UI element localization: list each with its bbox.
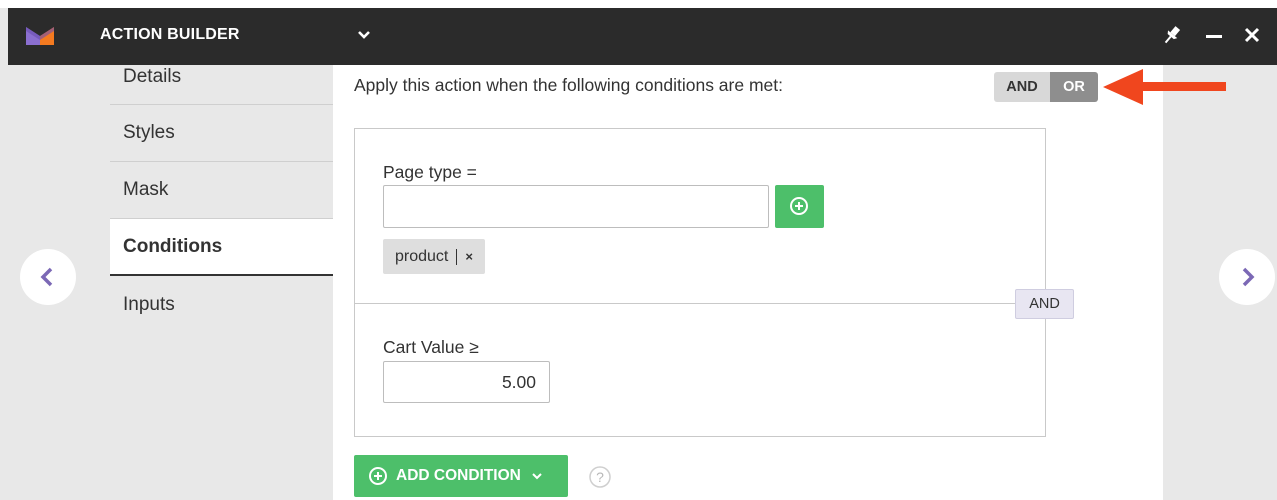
add-condition-label: ADD CONDITION — [396, 467, 521, 484]
sidebar-item-details[interactable]: Details — [110, 49, 333, 105]
close-icon[interactable] — [1240, 23, 1264, 47]
sidebar-item-mask[interactable]: Mask — [110, 162, 333, 219]
page-type-input[interactable] — [383, 185, 769, 228]
sidebar-item-label: Inputs — [123, 293, 175, 315]
chevron-down-icon[interactable] — [353, 24, 375, 46]
conditions-panel: Apply this action when the following con… — [333, 65, 1163, 500]
help-icon[interactable]: ? — [589, 466, 611, 488]
sidebar-item-label: Mask — [123, 179, 169, 200]
page-type-label: Page type = — [383, 162, 477, 182]
tag-remove-button[interactable]: × — [465, 249, 473, 264]
toggle-or-button[interactable]: OR — [1050, 72, 1098, 102]
brand-logo — [26, 27, 54, 45]
add-page-type-button[interactable] — [775, 185, 824, 228]
toggle-and-button[interactable]: AND — [994, 72, 1050, 102]
condition-divider — [355, 303, 1045, 304]
sidebar-item-label: Styles — [123, 122, 175, 143]
minimize-icon[interactable] — [1202, 25, 1226, 49]
sidebar-item-conditions[interactable]: Conditions — [110, 219, 333, 276]
svg-text:?: ? — [596, 469, 604, 485]
page-type-tag: product × — [383, 239, 485, 274]
chevron-down-icon — [532, 473, 542, 480]
and-connector-badge: AND — [1015, 289, 1074, 319]
pin-icon[interactable] — [1160, 23, 1184, 47]
sidebar-item-inputs[interactable]: Inputs — [110, 276, 333, 333]
sidebar-item-styles[interactable]: Styles — [110, 105, 333, 162]
add-condition-button[interactable]: ADD CONDITION — [354, 455, 568, 497]
sidebar-nav: Details Styles Mask Conditions Inputs — [110, 65, 333, 500]
annotation-arrow-icon — [1103, 69, 1226, 105]
previous-button[interactable] — [20, 249, 76, 305]
plus-circle-icon — [790, 197, 808, 215]
chevron-right-icon — [1242, 267, 1255, 287]
conditions-intro: Apply this action when the following con… — [354, 75, 783, 95]
sidebar-item-label: Details — [123, 65, 182, 87]
tag-separator — [456, 248, 458, 265]
cart-value-input[interactable]: 5.00 — [383, 361, 550, 403]
window-top-edge — [0, 0, 1277, 8]
cart-value-label: Cart Value ≥ — [383, 337, 479, 357]
window-title: ACTION BUILDER — [100, 26, 240, 43]
tag-label: product — [395, 247, 449, 265]
chevron-left-icon — [40, 267, 53, 287]
conditions-box: Page type = product × Cart Value ≥ 5.00 — [354, 128, 1046, 437]
next-button[interactable] — [1219, 249, 1275, 305]
sidebar-item-label: Conditions — [123, 235, 223, 257]
plus-circle-icon — [369, 467, 387, 485]
and-or-toggle[interactable]: AND OR — [994, 72, 1098, 102]
